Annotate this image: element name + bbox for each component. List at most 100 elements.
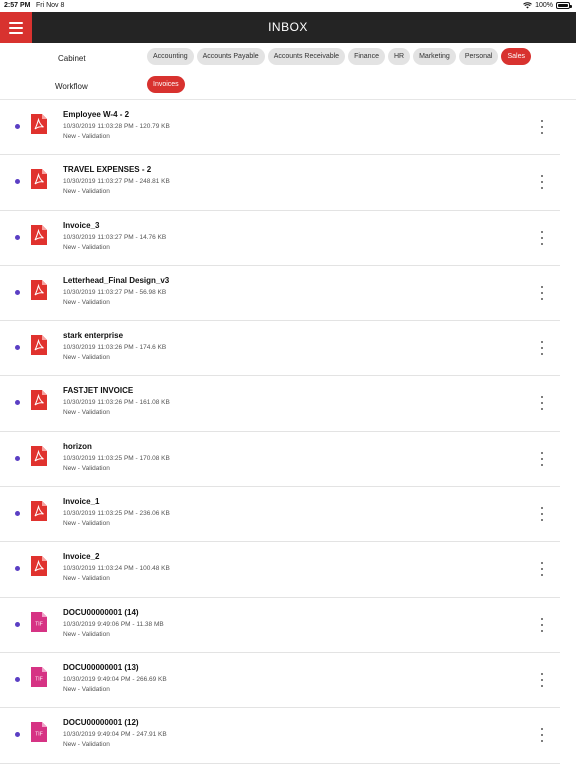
document-status: New - Validation bbox=[63, 741, 110, 749]
hamburger-menu-button[interactable] bbox=[0, 12, 32, 43]
document-status: New - Validation bbox=[63, 298, 110, 306]
document-list: Employee W-4 - 2 10/30/2019 11:03:28 PM -… bbox=[0, 100, 576, 768]
more-dot bbox=[541, 568, 543, 571]
tif-file-icon: TIF bbox=[31, 666, 47, 687]
document-row[interactable]: Employee W-4 - 2 10/30/2019 11:03:28 PM -… bbox=[0, 100, 560, 156]
document-status: New - Validation bbox=[63, 685, 110, 693]
top-navbar: INBOX bbox=[0, 12, 576, 43]
tif-file-icon: TIF bbox=[31, 611, 47, 632]
more-dot bbox=[541, 120, 543, 122]
more-options-button[interactable] bbox=[538, 341, 546, 356]
pdf-file-icon bbox=[31, 335, 47, 356]
more-options-button[interactable] bbox=[538, 728, 546, 743]
pdf-file-icon bbox=[31, 556, 47, 577]
workflow-chip-invoices[interactable]: Invoices bbox=[147, 76, 185, 93]
more-options-button[interactable] bbox=[538, 230, 546, 245]
unread-indicator bbox=[15, 179, 20, 185]
document-name: Employee W-4 - 2 bbox=[63, 110, 130, 119]
more-dot bbox=[541, 678, 543, 681]
document-status: New - Validation bbox=[63, 575, 110, 583]
document-status: New - Validation bbox=[63, 630, 110, 638]
document-status: New - Validation bbox=[63, 243, 110, 251]
more-dot bbox=[541, 187, 543, 190]
more-dot bbox=[541, 629, 543, 632]
cabinet-chip-accounting[interactable]: Accounting bbox=[147, 48, 194, 65]
workflow-chip-row: Invoices bbox=[147, 76, 185, 93]
unread-indicator bbox=[15, 676, 20, 682]
cabinet-chip-personal[interactable]: Personal bbox=[458, 48, 499, 65]
filter-panel: Cabinet Accounting Accounts Payable Accoun… bbox=[0, 43, 576, 100]
wifi-icon bbox=[523, 2, 532, 9]
document-row[interactable]: TIF DOCU00000001 (13) 10/30/2019 9:49:04 P… bbox=[0, 653, 560, 709]
document-row[interactable]: horizon 10/30/2019 11:03:25 PM - 170.08 K… bbox=[0, 432, 560, 488]
cabinet-chip-sales[interactable]: Sales bbox=[501, 48, 531, 65]
tif-file-icon: TIF bbox=[31, 722, 47, 743]
more-dot bbox=[541, 617, 543, 620]
unread-indicator bbox=[15, 621, 20, 627]
more-dot bbox=[541, 291, 543, 294]
pdf-file-icon bbox=[31, 501, 47, 522]
more-options-button[interactable] bbox=[538, 507, 546, 522]
document-name: TRAVEL EXPENSES - 2 bbox=[63, 165, 152, 175]
more-dot bbox=[541, 623, 543, 626]
document-row[interactable]: stark enterprise 10/30/2019 11:03:26 PM -… bbox=[0, 321, 560, 377]
document-name: stark enterprise bbox=[63, 331, 124, 341]
more-dot bbox=[541, 396, 543, 399]
document-meta: 10/30/2019 9:49:04 PM - 266.69 KB bbox=[63, 675, 167, 683]
document-meta: 10/30/2019 11:03:25 PM - 170.08 KB bbox=[63, 454, 170, 462]
page-title: INBOX bbox=[268, 20, 308, 34]
more-options-button[interactable] bbox=[538, 120, 546, 134]
more-dot bbox=[541, 181, 543, 184]
more-dot bbox=[541, 740, 543, 743]
document-name: DOCU00000001 (14) bbox=[63, 607, 139, 617]
document-row[interactable]: FASTJET INVOICE 10/30/2019 11:03:26 PM - … bbox=[0, 376, 560, 432]
more-options-button[interactable] bbox=[538, 396, 546, 411]
document-meta: 10/30/2019 11:03:24 PM - 100.48 KB bbox=[63, 565, 170, 573]
more-dot bbox=[541, 408, 543, 411]
document-row[interactable]: TRAVEL EXPENSES - 2 10/30/2019 11:03:27 P… bbox=[0, 155, 560, 211]
document-meta: 10/30/2019 11:03:25 PM - 236.06 KB bbox=[63, 510, 170, 518]
pdf-file-icon bbox=[31, 390, 47, 411]
document-meta: 10/30/2019 11:03:28 PM - 120.79 KB bbox=[63, 123, 170, 130]
document-row[interactable]: Invoice_2 10/30/2019 11:03:24 PM - 100.48… bbox=[0, 542, 560, 598]
document-status: New - Validation bbox=[63, 354, 110, 362]
hamburger-line bbox=[9, 26, 23, 29]
cabinet-chip-marketing[interactable]: Marketing bbox=[413, 48, 456, 65]
document-row[interactable]: Invoice_1 10/30/2019 11:03:25 PM - 236.06… bbox=[0, 487, 560, 543]
document-meta: 10/30/2019 11:03:26 PM - 174.6 KB bbox=[63, 344, 167, 352]
document-meta: 10/30/2019 11:03:27 PM - 14.76 KB bbox=[63, 233, 167, 241]
more-dot bbox=[541, 230, 543, 233]
more-dot bbox=[541, 684, 543, 687]
more-options-button[interactable] bbox=[538, 672, 546, 687]
unread-indicator bbox=[15, 345, 20, 351]
document-status: New - Validation bbox=[63, 520, 110, 528]
document-row[interactable]: Invoice_3 10/30/2019 11:03:27 PM - 14.76 … bbox=[0, 211, 560, 266]
document-row[interactable]: Letterhead_Final Design_v3 10/30/2019 11:… bbox=[0, 266, 560, 322]
document-status: New - Validation bbox=[63, 188, 110, 196]
more-dot bbox=[541, 728, 543, 731]
document-name: DOCU00000001 (12) bbox=[63, 718, 139, 728]
more-options-button[interactable] bbox=[538, 175, 546, 190]
hamburger-line bbox=[9, 21, 23, 24]
document-meta: 10/30/2019 9:49:06 PM - 11.38 MB bbox=[63, 620, 164, 628]
document-row[interactable]: TIF DOCU00000001 (12) 10/30/2019 9:49:04 P… bbox=[0, 708, 560, 764]
unread-indicator bbox=[15, 400, 20, 406]
hamburger-line bbox=[9, 31, 23, 34]
unread-indicator bbox=[15, 732, 20, 738]
cabinet-chip-accounts-payable[interactable]: Accounts Payable bbox=[196, 48, 265, 65]
more-dot bbox=[541, 236, 543, 239]
more-options-button[interactable] bbox=[538, 285, 546, 300]
unread-indicator bbox=[15, 511, 20, 517]
document-status: New - Validation bbox=[63, 133, 110, 140]
document-name: Invoice_2 bbox=[63, 552, 100, 562]
cabinet-chip-hr[interactable]: HR bbox=[387, 48, 411, 65]
more-options-button[interactable] bbox=[538, 562, 546, 577]
more-dot bbox=[541, 574, 543, 577]
cabinet-chip-finance[interactable]: Finance bbox=[348, 48, 385, 65]
document-row[interactable]: TIF DOCU00000001 (14) 10/30/2019 9:49:06 P… bbox=[0, 598, 560, 653]
more-options-button[interactable] bbox=[538, 451, 546, 466]
document-meta: 10/30/2019 11:03:27 PM - 56.98 KB bbox=[63, 288, 167, 296]
pdf-file-icon bbox=[31, 169, 47, 190]
cabinet-chip-accounts-receivable[interactable]: Accounts Receivable bbox=[267, 48, 346, 65]
more-options-button[interactable] bbox=[538, 617, 546, 632]
